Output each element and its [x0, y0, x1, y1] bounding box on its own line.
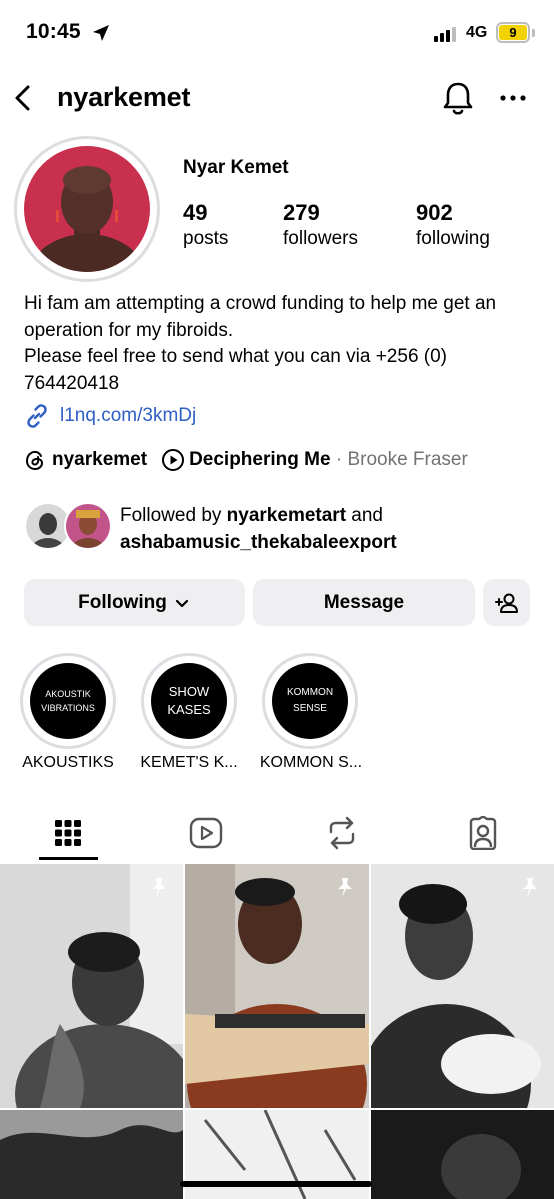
music-separator: ·	[330, 449, 348, 470]
status-bar: 10:45 4G 9	[0, 0, 554, 70]
music-title[interactable]: Deciphering Me	[189, 449, 330, 471]
highlight-cover-text: AKOUSTIK	[45, 689, 91, 699]
battery-level: 9	[509, 25, 517, 40]
mutual-avatar	[64, 502, 112, 550]
tab-reels[interactable]	[176, 805, 236, 861]
display-name: Nyar Kemet	[183, 157, 289, 178]
reels-icon	[189, 817, 223, 849]
posts-count[interactable]: 49 posts	[183, 200, 228, 250]
location-arrow-icon	[93, 25, 109, 41]
bio: Hi fam am attempting a crowd funding to …	[24, 291, 524, 397]
followers-value: 279	[283, 200, 320, 225]
posts-value: 49	[183, 200, 208, 225]
followers-count[interactable]: 279 followers	[283, 200, 358, 250]
highlight-kommon-sense[interactable]: KOMMON SENSE	[262, 653, 358, 749]
posts-grid	[0, 864, 554, 1199]
highlight-cover-text: KOMMON	[286, 687, 334, 698]
highlight-cover: AKOUSTIK VIBRATIONS	[30, 663, 106, 739]
battery-cap	[532, 29, 535, 37]
bio-link[interactable]: l1nq.com/3kmDj	[24, 403, 196, 429]
pin-icon	[523, 878, 537, 898]
highlight-cover-text: VIBRATIONS	[41, 703, 95, 713]
following-label: Following	[78, 591, 167, 613]
profile-avatar[interactable]	[14, 136, 160, 282]
tagged-icon	[469, 816, 497, 850]
play-icon	[162, 449, 185, 471]
profile-tabs	[0, 805, 554, 863]
message-label: Message	[323, 591, 405, 613]
followers-label: followers	[283, 228, 358, 249]
link-text: l1nq.com/3kmDj	[60, 405, 197, 426]
following-count[interactable]: 902 following	[416, 200, 490, 250]
threads-handle[interactable]: nyarkemet	[52, 449, 147, 471]
highlight-label: KOMMON S...	[259, 754, 363, 771]
pin-icon	[338, 878, 352, 898]
post-thumbnail[interactable]	[185, 864, 369, 1108]
highlight-cover-text: SENSE	[293, 703, 327, 714]
tab-posts-grid[interactable]	[38, 805, 98, 861]
music-artist: Brooke Fraser	[347, 449, 468, 470]
profile-header: nyarkemet	[0, 70, 554, 126]
threads-icon	[25, 450, 44, 471]
bio-line: Hi fam am attempting a crowd funding to …	[24, 293, 497, 341]
highlight-cover: KOMMON SENSE	[272, 663, 348, 739]
tab-reposts[interactable]	[312, 805, 372, 861]
post-thumbnail[interactable]	[0, 1110, 183, 1199]
grid-icon	[55, 820, 81, 846]
home-indicator[interactable]	[180, 1181, 372, 1187]
bell-icon[interactable]	[440, 78, 476, 118]
highlight-cover: SHOW KASES	[151, 663, 227, 739]
network-type: 4G	[466, 24, 488, 41]
avatar-image	[24, 146, 150, 272]
followed-by-joiner: and	[346, 505, 383, 526]
add-person-icon	[494, 593, 518, 613]
highlight-akoustiks[interactable]: AKOUSTIK VIBRATIONS	[20, 653, 116, 749]
post-thumbnail[interactable]	[0, 864, 183, 1108]
post-thumbnail[interactable]	[371, 1110, 554, 1199]
cellular-signal-icon	[434, 26, 456, 42]
bio-line: Please feel free to send what you can vi…	[24, 346, 448, 394]
post-thumbnail[interactable]	[371, 864, 554, 1108]
pin-icon	[152, 878, 166, 898]
highlight-label: AKOUSTIKS	[22, 754, 114, 771]
active-tab-indicator	[39, 857, 98, 860]
clock: 10:45	[26, 20, 81, 43]
more-options-icon[interactable]	[496, 82, 530, 114]
highlight-cover-text: SHOW	[168, 684, 210, 699]
page-title: nyarkemet	[57, 82, 191, 112]
tab-tagged[interactable]	[453, 805, 513, 861]
followed-by-prefix: Followed by	[120, 505, 227, 526]
highlight-kemets-kases[interactable]: SHOW KASES	[141, 653, 237, 749]
following-button[interactable]: Following	[24, 579, 245, 626]
followed-by[interactable]: Followed by nyarkemetart and ashabamusic…	[24, 502, 534, 558]
battery-icon: 9	[496, 22, 530, 43]
suggested-users-button[interactable]	[483, 579, 530, 626]
mutual-user[interactable]: nyarkemetart	[227, 505, 346, 526]
reposts-icon	[329, 816, 355, 850]
message-button[interactable]: Message	[253, 579, 475, 626]
highlight-cover-text: KASES	[167, 702, 211, 717]
link-icon	[27, 404, 47, 428]
back-arrow-icon[interactable]	[10, 82, 38, 114]
highlight-label: KEMET'S K...	[140, 754, 238, 771]
following-label: following	[416, 228, 490, 249]
followed-by-text: Followed by nyarkemetart and ashabamusic…	[120, 502, 397, 556]
posts-label: posts	[183, 228, 229, 249]
mutual-user[interactable]: ashabamusic_thekabaleexport	[120, 532, 397, 553]
following-value: 902	[416, 200, 453, 225]
threads-music-row: nyarkemet Deciphering Me · Brooke Fraser	[24, 448, 468, 472]
chevron-down-icon	[175, 599, 188, 607]
